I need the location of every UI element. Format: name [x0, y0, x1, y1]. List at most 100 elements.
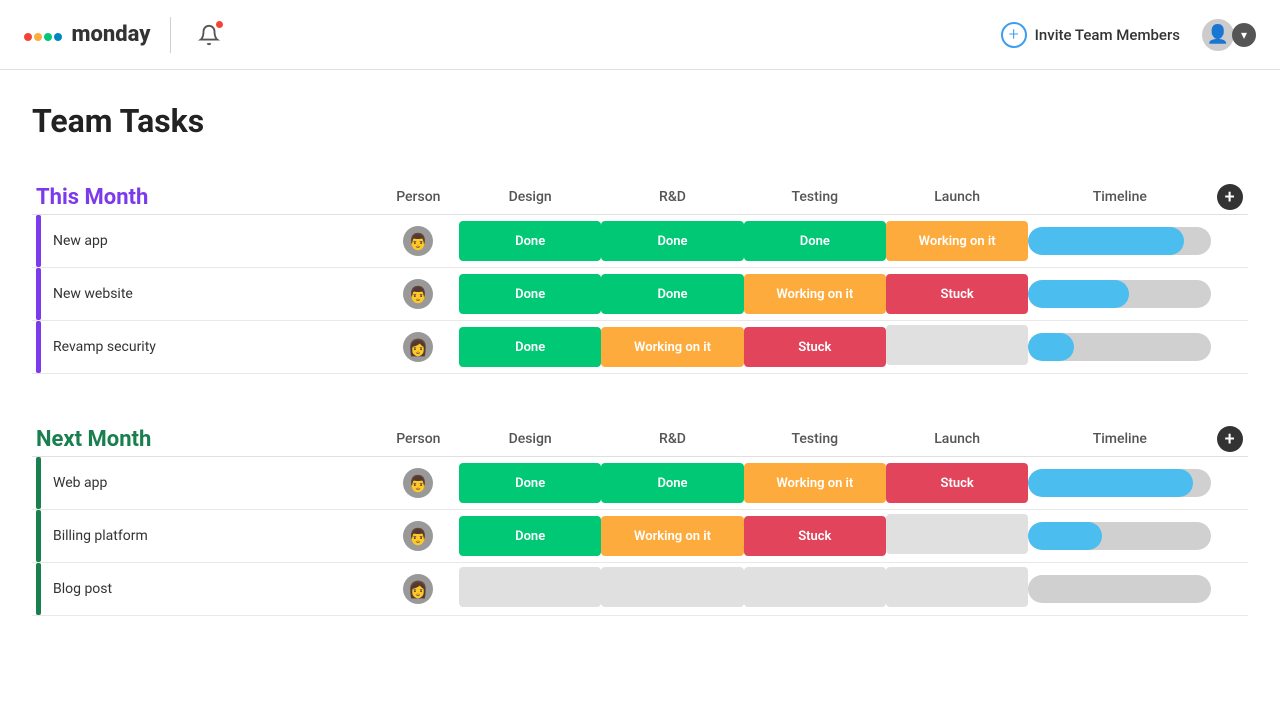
avatar: 👩	[403, 574, 433, 604]
invite-team-button[interactable]: + Invite Team Members	[1001, 22, 1180, 48]
timeline-cell	[1028, 510, 1211, 563]
status-rnd[interactable]: Working on it	[601, 321, 743, 374]
group-title: This Month	[36, 185, 148, 210]
status-launch[interactable]	[886, 563, 1028, 616]
col-launch: Launch	[886, 414, 1028, 457]
task-name-cell: New app	[32, 215, 378, 267]
person-cell: 👩	[378, 563, 459, 616]
status-badge: Done	[744, 221, 886, 261]
timeline-fill	[1028, 333, 1074, 361]
avatar: 👨	[403, 468, 433, 498]
col-person: Person	[378, 414, 459, 457]
row-extra	[1211, 268, 1248, 321]
col-timeline: Timeline	[1028, 414, 1211, 457]
timeline-cell	[1028, 563, 1211, 616]
person-cell: 👨	[378, 457, 459, 510]
table-row[interactable]: Revamp security 👩DoneWorking on itStuck	[32, 321, 1248, 374]
status-badge: Stuck	[744, 516, 886, 556]
status-launch[interactable]: Stuck	[886, 457, 1028, 510]
timeline-bar	[1028, 575, 1211, 603]
table-row[interactable]: Billing platform 👨 DoneWorking on itStuck	[32, 510, 1248, 563]
task-name-cell: Billing platform	[32, 510, 378, 562]
task-name-cell: Blog post	[32, 563, 378, 615]
task-name: Billing platform	[53, 528, 148, 544]
timeline-bar	[1028, 280, 1211, 308]
group-title: Next Month	[36, 427, 151, 452]
status-badge	[886, 567, 1028, 607]
timeline-bar	[1028, 522, 1211, 550]
page-title: Team Tasks	[32, 102, 1248, 140]
status-rnd[interactable]: Working on it	[601, 510, 743, 563]
status-badge: Stuck	[886, 274, 1028, 314]
group-section-this-month: This Month Person Design R&D Testing Lau…	[32, 172, 1248, 374]
col-launch: Launch	[886, 172, 1028, 215]
timeline-bar	[1028, 227, 1211, 255]
status-badge	[886, 325, 1028, 365]
status-design[interactable]: Done	[459, 457, 601, 510]
task-name-cell: Web app	[32, 457, 378, 509]
status-launch[interactable]: Working on it	[886, 215, 1028, 268]
status-testing[interactable]: Stuck	[744, 510, 886, 563]
status-rnd[interactable]: Done	[601, 457, 743, 510]
row-extra	[1211, 563, 1248, 616]
task-name: New website	[53, 286, 133, 302]
status-rnd[interactable]: Done	[601, 215, 743, 268]
status-badge	[601, 567, 743, 607]
status-design[interactable]	[459, 563, 601, 616]
group-title-cell: Next Month	[32, 414, 378, 457]
status-testing[interactable]: Stuck	[744, 321, 886, 374]
status-launch[interactable]	[886, 321, 1028, 374]
groups-container: This Month Person Design R&D Testing Lau…	[32, 172, 1248, 616]
table-row[interactable]: Blog post 👩	[32, 563, 1248, 616]
table-row[interactable]: New website 👨DoneDoneWorking on itStuck	[32, 268, 1248, 321]
table-next-month: Next Month Person Design R&D Testing Lau…	[32, 414, 1248, 616]
avatar: 👩	[403, 332, 433, 362]
col-design: Design	[459, 414, 601, 457]
col-rnd: R&D	[601, 172, 743, 215]
status-badge: Working on it	[744, 463, 886, 503]
status-testing[interactable]: Working on it	[744, 457, 886, 510]
status-badge: Done	[459, 463, 601, 503]
status-design[interactable]: Done	[459, 321, 601, 374]
status-badge: Working on it	[601, 516, 743, 556]
status-badge: Done	[459, 221, 601, 261]
status-testing[interactable]	[744, 563, 886, 616]
header-left: monday	[24, 17, 227, 53]
status-badge	[744, 567, 886, 607]
status-launch[interactable]	[886, 510, 1028, 563]
header-right: + Invite Team Members 👤 ▾	[1001, 17, 1256, 53]
status-testing[interactable]: Done	[744, 215, 886, 268]
row-extra	[1211, 510, 1248, 563]
group-section-next-month: Next Month Person Design R&D Testing Lau…	[32, 414, 1248, 616]
col-design: Design	[459, 172, 601, 215]
status-design[interactable]: Done	[459, 215, 601, 268]
group-color-bar	[36, 321, 41, 373]
add-column-button[interactable]: +	[1217, 426, 1243, 452]
monday-logo: monday	[24, 22, 150, 47]
avatar-chevron-icon: ▾	[1232, 23, 1256, 47]
task-name: Blog post	[53, 581, 112, 597]
add-column-button[interactable]: +	[1217, 184, 1243, 210]
status-design[interactable]: Done	[459, 268, 601, 321]
status-design[interactable]: Done	[459, 510, 601, 563]
col-person: Person	[378, 172, 459, 215]
avatar: 👨	[403, 521, 433, 551]
table-row[interactable]: Web app 👨DoneDoneWorking on itStuck	[32, 457, 1248, 510]
timeline-fill	[1028, 227, 1184, 255]
table-row[interactable]: New app 👨DoneDoneDoneWorking on it	[32, 215, 1248, 268]
timeline-cell	[1028, 457, 1211, 510]
notifications-icon[interactable]	[191, 17, 227, 53]
status-launch[interactable]: Stuck	[886, 268, 1028, 321]
status-rnd[interactable]: Done	[601, 268, 743, 321]
group-color-bar	[36, 457, 41, 509]
status-testing[interactable]: Working on it	[744, 268, 886, 321]
row-extra	[1211, 215, 1248, 268]
col-rnd: R&D	[601, 414, 743, 457]
status-rnd[interactable]	[601, 563, 743, 616]
header: monday + Invite Team Members 👤 ▾	[0, 0, 1280, 70]
timeline-cell	[1028, 268, 1211, 321]
user-avatar-group[interactable]: 👤 ▾	[1200, 17, 1256, 53]
group-color-bar	[36, 215, 41, 267]
status-badge: Done	[459, 274, 601, 314]
person-cell: 👨	[378, 510, 459, 563]
